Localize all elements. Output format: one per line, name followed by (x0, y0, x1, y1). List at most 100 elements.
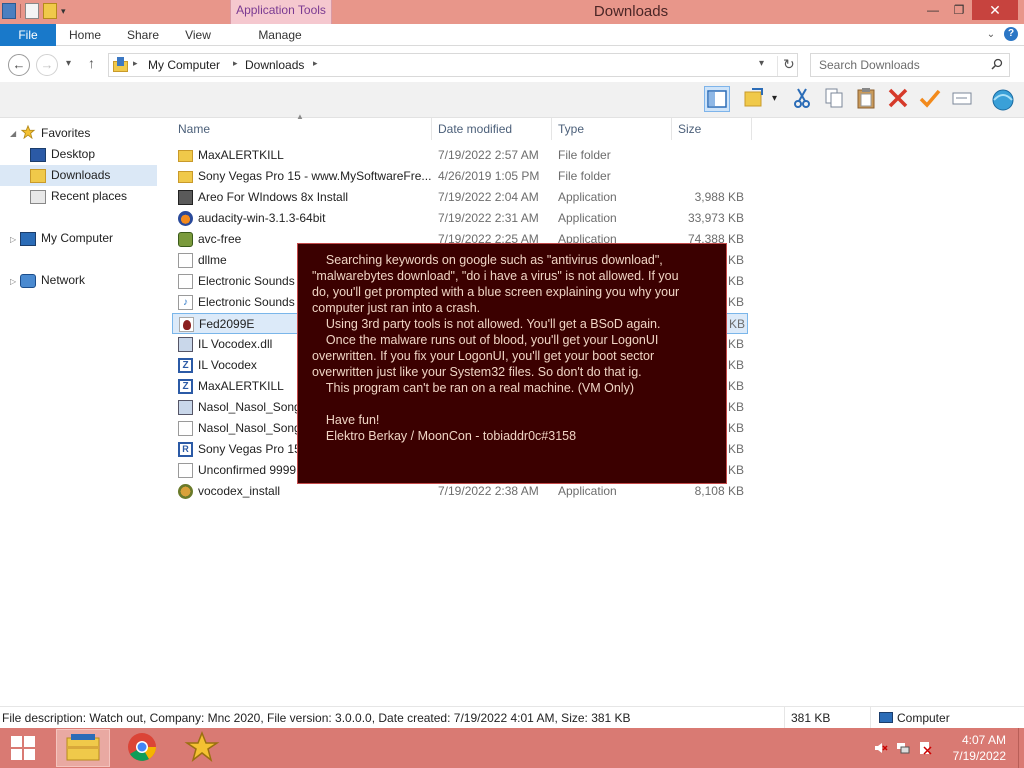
column-header-date[interactable]: Date modified (430, 118, 550, 140)
tab-manage[interactable]: Manage (240, 24, 320, 46)
file-date-modified: 7/19/2022 2:04 AM (438, 190, 539, 204)
column-header-type[interactable]: Type (550, 118, 670, 140)
nav-recent-places-label: Recent places (51, 189, 128, 203)
recent-places-icon (30, 190, 46, 204)
new-folder-icon[interactable] (43, 3, 57, 19)
preview-pane-icon[interactable] (704, 86, 730, 112)
message-paragraph (312, 396, 712, 412)
back-button[interactable]: ← (8, 54, 30, 76)
checkmark-icon[interactable] (918, 86, 944, 112)
address-bar[interactable]: ▸ My Computer ▸ Downloads ▸ ▾ ↻ (108, 53, 798, 77)
my-computer-expand-icon[interactable]: ▷ (10, 235, 16, 244)
file-row[interactable]: vocodex_install 7/19/2022 2:38 AM Applicat… (172, 481, 748, 502)
start-button[interactable] (0, 728, 48, 768)
clock-time: 4:07 AM (961, 733, 1006, 747)
tab-home[interactable]: Home (62, 24, 108, 46)
sort-ascending-icon: ▲ (296, 112, 304, 121)
qat-dropdown-icon[interactable]: ▾ (61, 3, 71, 19)
status-bar: File description: Watch out, Company: Mn… (0, 706, 1024, 729)
network-status-icon[interactable] (896, 741, 910, 755)
window-controls: — ❐ ✕ (920, 0, 1018, 20)
forward-button[interactable]: → (36, 54, 58, 76)
delete-icon[interactable] (886, 86, 912, 112)
tab-file[interactable]: File (0, 24, 56, 46)
properties-icon[interactable] (25, 3, 39, 19)
breadcrumb-chevron-icon[interactable]: ▸ (233, 58, 238, 69)
network-expand-icon[interactable]: ▷ (10, 277, 16, 286)
close-button[interactable]: ✕ (972, 0, 1018, 20)
r-app-icon: R (178, 442, 193, 457)
search-box[interactable]: Search Downloads (810, 53, 1010, 77)
paste-icon[interactable] (854, 86, 880, 112)
folder-options-icon[interactable] (742, 86, 768, 112)
file-row[interactable]: audacity-win-3.1.3-64bit 7/19/2022 2:31 A… (172, 208, 748, 229)
action-center-icon[interactable] (918, 741, 932, 755)
folder-icon (178, 171, 193, 183)
file-description: File description: Watch out, Company: Mn… (2, 711, 631, 725)
downloads-icon (30, 169, 46, 183)
rename-icon[interactable] (950, 86, 976, 112)
cut-icon[interactable] (790, 86, 816, 112)
title-bar[interactable]: ▾ Downloads — ❐ ✕ (0, 0, 1024, 24)
star-icon (184, 730, 220, 762)
desktop-icon (30, 148, 46, 162)
qat-separator (20, 4, 21, 18)
file-row[interactable]: Sony Vegas Pro 15 - www.MySoftwareFre...… (172, 166, 748, 187)
file-size: 8,108 KB (694, 484, 744, 498)
application-tools-label: Application Tools (236, 3, 326, 17)
vocodex-install-icon (178, 484, 193, 499)
breadcrumb-chevron-icon[interactable]: ▸ (313, 58, 318, 69)
status-location-label: Computer (897, 711, 950, 725)
avc-icon (178, 232, 193, 247)
search-input[interactable]: Search Downloads (819, 58, 920, 72)
show-desktop-button[interactable] (1018, 728, 1024, 768)
windows-logo-icon (24, 736, 35, 747)
file-name: MaxALERTKILL (198, 148, 284, 162)
refresh-icon[interactable]: ↻ (777, 56, 795, 76)
globe-icon[interactable] (990, 86, 1016, 112)
up-button[interactable]: ↑ (88, 55, 95, 71)
folder-options-dropdown-icon[interactable]: ▾ (772, 86, 784, 112)
ribbon-expand-icon[interactable]: ⌄ (984, 28, 998, 42)
file-type: Application (558, 211, 617, 225)
windows-logo-icon (11, 749, 22, 760)
nav-desktop-label: Desktop (51, 147, 96, 161)
windows-logo-icon (24, 749, 35, 760)
nav-network[interactable]: Network (20, 270, 156, 291)
file-row[interactable]: Areo For WIndows 8x Install 7/19/2022 2:0… (172, 187, 748, 208)
file-size: 33,973 KB (687, 211, 744, 225)
minimize-button[interactable]: — (920, 0, 946, 20)
breadcrumb-my-computer[interactable]: My Computer (148, 58, 220, 72)
explorer-app-icon[interactable] (2, 3, 16, 19)
favorites-collapse-icon[interactable]: ◢ (10, 129, 16, 138)
maximize-button[interactable]: ❐ (946, 0, 972, 20)
nav-downloads[interactable]: Downloads (0, 165, 157, 186)
recent-locations-icon[interactable]: ▾ (66, 58, 71, 69)
taskbar-file-explorer[interactable] (56, 729, 110, 767)
taskbar-chrome[interactable] (116, 729, 170, 767)
breadcrumb-chevron-icon[interactable]: ▸ (133, 58, 138, 69)
clock[interactable]: 4:07 AM 7/19/2022 (953, 732, 1006, 764)
computer-icon (879, 712, 893, 723)
nav-desktop[interactable]: Desktop (28, 144, 156, 165)
copy-icon[interactable] (822, 86, 848, 112)
breadcrumb-downloads[interactable]: Downloads (245, 58, 304, 72)
column-header-name[interactable]: Name (170, 118, 434, 140)
ribbon-tabs: File Home Share View Manage ⌄ ? (0, 24, 1024, 46)
column-header-size[interactable]: Size (670, 118, 750, 140)
nav-downloads-label: Downloads (51, 168, 111, 182)
help-icon[interactable]: ? (1004, 27, 1018, 41)
address-history-dropdown-icon[interactable]: ▾ (759, 58, 764, 69)
column-divider[interactable] (751, 118, 752, 140)
tab-share[interactable]: Share (120, 24, 166, 46)
volume-muted-icon[interactable] (874, 741, 888, 755)
nav-my-computer[interactable]: My Computer (20, 228, 156, 249)
taskbar-favorites-app[interactable] (176, 729, 230, 767)
search-icon[interactable] (991, 58, 1003, 70)
file-row[interactable]: MaxALERTKILL 7/19/2022 2:57 AM File folder (172, 145, 748, 166)
status-location: Computer (870, 707, 1020, 729)
file-date-modified: 7/19/2022 2:38 AM (438, 484, 539, 498)
tab-view[interactable]: View (178, 24, 218, 46)
nav-recent-places[interactable]: Recent places (28, 186, 156, 207)
nav-favorites[interactable]: Favorites (20, 123, 156, 144)
